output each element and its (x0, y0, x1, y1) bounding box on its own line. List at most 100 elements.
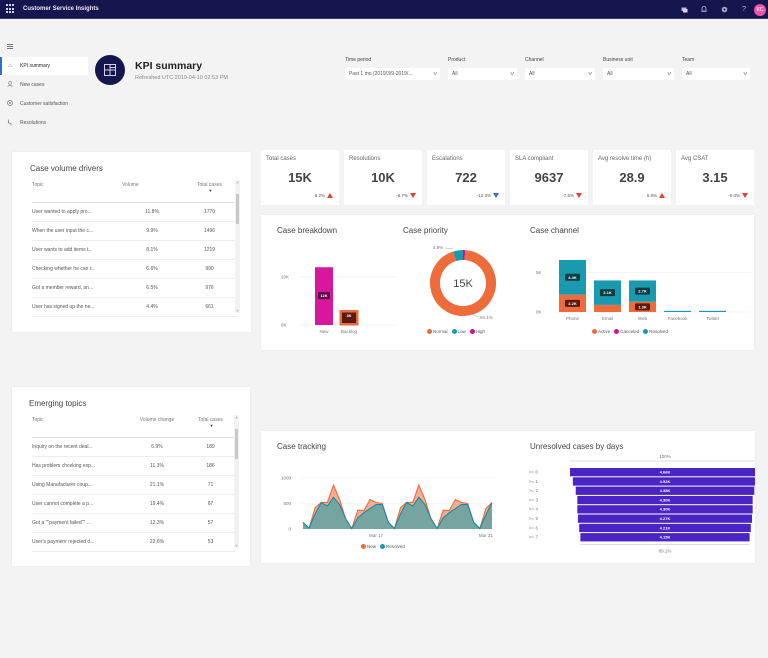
bar-facebook-resolved (664, 310, 691, 312)
column-header-total-cases[interactable]: Total cases ▼ (182, 180, 237, 203)
table-row[interactable]: User wants to add items t... 8.1% 1219 (32, 240, 237, 260)
chat-icon[interactable] (674, 0, 694, 19)
x-tick-label: Twitter (706, 316, 720, 321)
case-overview-card: Case breakdown Case priority Case channe… (261, 215, 754, 350)
topic-cell: User's paymenr rejected d... (32, 532, 128, 552)
total-cases-cell: 661 (182, 297, 237, 317)
table-row[interactable]: When the user input the c... 9.9% 1496 (32, 221, 237, 241)
table-scrollbar[interactable]: ˄ ˅ (235, 180, 240, 313)
table-row[interactable]: Has problem chceking exp... 11.3% 186 (32, 456, 235, 476)
sidebar-item-kpi-summary[interactable]: ⌂ KPI summary (0, 57, 88, 75)
product-dropdown[interactable]: All v (448, 68, 517, 80)
sidebar-item-resolutions[interactable]: Resolutions (0, 114, 88, 132)
column-header-topic[interactable]: Topic (32, 180, 122, 203)
kpi-tile-total-cases[interactable]: Total cases 15K 9.2% (261, 150, 339, 205)
trend-down-icon (576, 193, 582, 198)
kpi-delta: -6.7% (396, 193, 416, 198)
funnel-category-label: >= 2 (529, 488, 539, 493)
table-row[interactable]: Got a member reward, an... 6.5% 976 (32, 278, 237, 298)
y-tick-label: 10K (281, 274, 289, 279)
business-unit-dropdown[interactable]: All v (603, 68, 674, 80)
column-header-total-cases[interactable]: Total cases ▼ (186, 415, 235, 438)
chevron-down-icon: v (587, 71, 592, 77)
table-row[interactable]: Got a ""payment failed"" ... 12.3% 57 (32, 513, 235, 533)
volume-cell: 9.9% (122, 221, 182, 241)
app-launcher-icon[interactable] (6, 4, 16, 14)
scroll-up-icon[interactable]: ˄ (234, 415, 239, 420)
team-dropdown[interactable]: All v (682, 68, 750, 80)
hamburger-menu-icon[interactable] (7, 44, 13, 50)
table-row[interactable]: User's paymenr rejected d... 22.6% 53 (32, 532, 235, 552)
scroll-thumb[interactable] (235, 429, 238, 459)
table-row[interactable]: User wanted to apply pro... 11.8% 1770 (32, 202, 237, 222)
topic-cell: Has problem chceking exp... (32, 456, 128, 476)
table-row[interactable]: User cannot complete a p... 19.4% 67 (32, 494, 235, 514)
x-tick-label: New (319, 329, 329, 334)
kpi-delta-text: -12.3% (476, 193, 491, 198)
legend-dot (380, 544, 386, 549)
gear-icon[interactable] (714, 0, 734, 19)
donut-center-label: 15K (453, 278, 473, 290)
kpi-delta-text: -6.7% (396, 193, 408, 198)
kpi-delta-text: 6.8% (646, 193, 657, 198)
kpi-value: 722 (455, 170, 477, 185)
bar-data-label: 12K (320, 293, 327, 298)
sidebar-nav: ⌂ KPI summary New cases Customer satisfa… (0, 38, 88, 138)
kpi-label: Total cases (266, 156, 297, 162)
legend-item-low[interactable]: Low (451, 329, 466, 334)
sidebar-item-customer-satisfaction[interactable]: Customer satisfaction (0, 95, 88, 113)
legend-item-resolved[interactable]: Resolved (643, 329, 668, 334)
legend-item-new[interactable]: New (361, 544, 376, 549)
legend-item-high[interactable]: High (469, 329, 485, 334)
time-period-dropdown[interactable]: Past 1 mo (2019/3/9-2019/... v (345, 68, 440, 80)
filter-label: Product (448, 57, 466, 63)
help-icon[interactable]: ? (734, 0, 754, 19)
scroll-thumb[interactable] (236, 194, 239, 224)
sidebar-item-label: Customer satisfaction (20, 101, 69, 107)
kpi-tile-avg-resolve-time-h[interactable]: Avg resolve time (h) 28.9 6.8% (593, 150, 671, 205)
scroll-down-icon[interactable]: ˅ (234, 543, 239, 548)
kpi-delta: 9.2% (315, 193, 333, 198)
funnel-data-label: 4.21K (660, 525, 671, 530)
kpi-tile-resolutions[interactable]: Resolutions 10K -6.7% (344, 150, 422, 205)
volume-cell: 11.3% (128, 456, 186, 476)
topic-cell: Checking whether he can r... (32, 259, 122, 279)
funnel-data-label: 4.66K (660, 470, 671, 475)
slice-label-low: 4.8% (433, 245, 443, 250)
scroll-down-icon[interactable]: ˅ (235, 308, 240, 313)
table-row[interactable]: Using Manufacturer coup... 21.1% 71 (32, 475, 235, 495)
legend-dot (451, 329, 457, 334)
kpi-tile-escalations[interactable]: Escalations 722 -12.3% (427, 150, 505, 205)
topic-cell: User cannot complete a p... (32, 494, 128, 514)
legend-dot (592, 329, 597, 334)
volume-cell: 12.3% (128, 513, 186, 533)
sidebar-item-new-cases[interactable]: New cases (0, 76, 88, 94)
kpi-tile-avg-csat[interactable]: Avg CSAT 3.15 -0.0% (676, 150, 754, 205)
legend-dot (614, 329, 620, 334)
filter-label: Channel (525, 57, 544, 63)
table-row[interactable]: Inquiry on the recent deal... 6.9% 189 (32, 437, 235, 457)
x-tick-label: Backlog (341, 329, 358, 334)
legend-item-canceled[interactable]: Canceled (614, 329, 639, 334)
resolution-icon (6, 119, 14, 128)
table-row[interactable]: User has signed up the ne... 4.4% 661 (32, 297, 237, 317)
trend-down-icon (493, 193, 499, 198)
column-header-volume[interactable]: Volume (122, 180, 182, 203)
column-header-volume-change[interactable]: Volume change (128, 415, 186, 438)
kpi-value: 15K (288, 170, 312, 185)
unresolved-funnel-chart: 100% >= 0 4.66K >= 1 4.52K >= 2 4.38K >= 3 4.30K… (529, 454, 755, 553)
column-header-topic[interactable]: Topic (32, 415, 128, 438)
table-scrollbar[interactable]: ˄ ˅ (234, 415, 239, 548)
user-avatar[interactable]: KC (754, 3, 766, 16)
bell-icon[interactable] (694, 0, 714, 19)
channel-dropdown[interactable]: All v (525, 68, 595, 80)
y-tick-label: 500 (283, 501, 291, 506)
table-row[interactable]: Checking whether he can r... 6.6% 990 (32, 259, 237, 279)
legend-item-resolved[interactable]: Resolved (380, 544, 405, 549)
legend-item-active[interactable]: Active (592, 329, 610, 334)
kpi-tile-sla-compliant[interactable]: SLA compliant 9637 -7.5% (510, 150, 588, 205)
case-channel-legend: Active Canceled Resolved (592, 329, 672, 334)
legend-item-normal[interactable]: Normal (427, 329, 448, 334)
legend-dot (643, 329, 649, 334)
scroll-up-icon[interactable]: ˄ (235, 180, 240, 185)
